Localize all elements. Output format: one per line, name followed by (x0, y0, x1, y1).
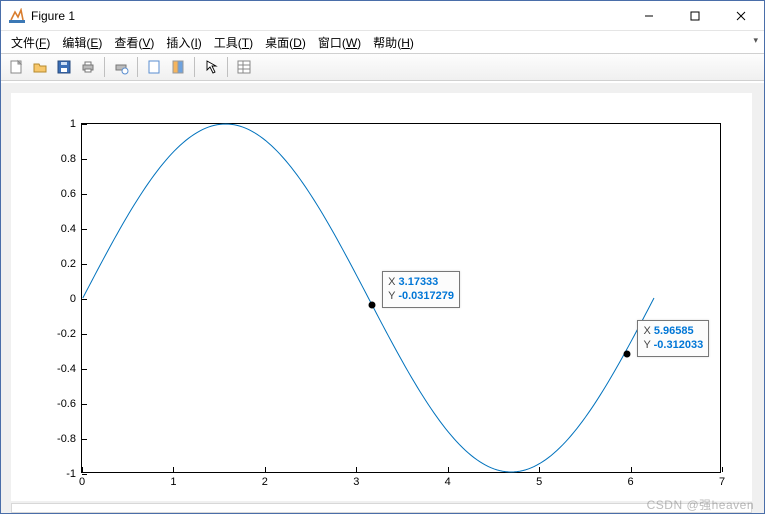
datatip-marker[interactable] (624, 350, 631, 357)
open-button[interactable] (29, 56, 51, 78)
datatip-y-label: Y (643, 339, 650, 351)
bottom-strip (11, 503, 752, 513)
datatip-x-label: X (643, 325, 650, 337)
datatip-y-value: -0.0317279 (398, 290, 454, 302)
ytick-label: 1 (70, 118, 82, 130)
figure-canvas: -1-0.8-0.6-0.4-0.200.20.40.60.8101234567… (1, 83, 764, 513)
ytick-label: 0.4 (61, 223, 82, 235)
datatip-y-label: Y (388, 290, 395, 302)
menu-window[interactable]: 窗口(W) (312, 32, 367, 53)
maximize-button[interactable] (672, 1, 718, 30)
save-button[interactable] (53, 56, 75, 78)
xtick-label: 7 (719, 472, 725, 488)
datatip-marker[interactable] (369, 301, 376, 308)
ytick-label: 0 (70, 293, 82, 305)
menu-edit[interactable]: 编辑(E) (56, 32, 108, 53)
ytick-label: 0.8 (61, 153, 82, 165)
matlab-logo-icon (9, 8, 25, 24)
print-preview-button[interactable] (110, 56, 132, 78)
menubar: 文件(F) 编辑(E) 查看(V) 插入(I) 工具(T) 桌面(D) 窗口(W… (1, 31, 764, 53)
toolbar-separator (137, 57, 138, 77)
datatip[interactable]: X 3.17333 Y -0.0317279 (382, 271, 460, 309)
figure-window: Figure 1 文件(F) 编辑(E) 查看(V) 插入(I) 工具(T) 桌… (0, 0, 765, 514)
axes-container: -1-0.8-0.6-0.4-0.200.20.40.60.8101234567… (11, 93, 752, 501)
datatip-x-value: 3.17333 (399, 276, 439, 288)
edit-plot-button[interactable] (200, 56, 222, 78)
menu-file[interactable]: 文件(F) (5, 32, 56, 53)
datatip-x-label: X (388, 276, 395, 288)
menubar-overflow-icon[interactable]: ▾ (753, 35, 758, 46)
menu-tools[interactable]: 工具(T) (208, 32, 259, 53)
toolbar-separator (227, 57, 228, 77)
ytick-label: 0.2 (61, 258, 82, 270)
toolbar (1, 53, 764, 81)
toolbar-separator (104, 57, 105, 77)
ytick-label: -0.6 (57, 398, 82, 410)
link-plot-button[interactable] (143, 56, 165, 78)
titlebar: Figure 1 (1, 1, 764, 31)
menu-desktop[interactable]: 桌面(D) (259, 32, 312, 53)
ytick-label: -0.4 (57, 363, 82, 375)
colorbar-button[interactable] (167, 56, 189, 78)
print-button[interactable] (77, 56, 99, 78)
ytick-label: -0.2 (57, 328, 82, 340)
xtick-label: 1 (170, 472, 176, 488)
toolbar-separator (194, 57, 195, 77)
xtick-label: 6 (628, 472, 634, 488)
ytick-label: -0.8 (57, 433, 82, 445)
property-inspector-button[interactable] (233, 56, 255, 78)
datatip[interactable]: X 5.96585 Y -0.312033 (637, 320, 709, 358)
watermark-text: CSDN @强heaven (647, 496, 754, 513)
menu-view[interactable]: 查看(V) (108, 32, 160, 53)
xtick-label: 2 (262, 472, 268, 488)
xtick-label: 0 (79, 472, 85, 488)
datatip-x-value: 5.96585 (654, 325, 694, 337)
window-controls (626, 1, 764, 30)
axes[interactable]: -1-0.8-0.6-0.4-0.200.20.40.60.8101234567… (81, 123, 721, 473)
menu-insert[interactable]: 插入(I) (160, 32, 207, 53)
xtick-label: 3 (353, 472, 359, 488)
close-button[interactable] (718, 1, 764, 30)
xtick-label: 4 (445, 472, 451, 488)
xtick-label: 5 (536, 472, 542, 488)
minimize-button[interactable] (626, 1, 672, 30)
ytick-label: 0.6 (61, 188, 82, 200)
menu-help[interactable]: 帮助(H) (367, 32, 420, 53)
window-title: Figure 1 (31, 9, 626, 23)
new-figure-button[interactable] (5, 56, 27, 78)
datatip-y-value: -0.312033 (654, 339, 704, 351)
